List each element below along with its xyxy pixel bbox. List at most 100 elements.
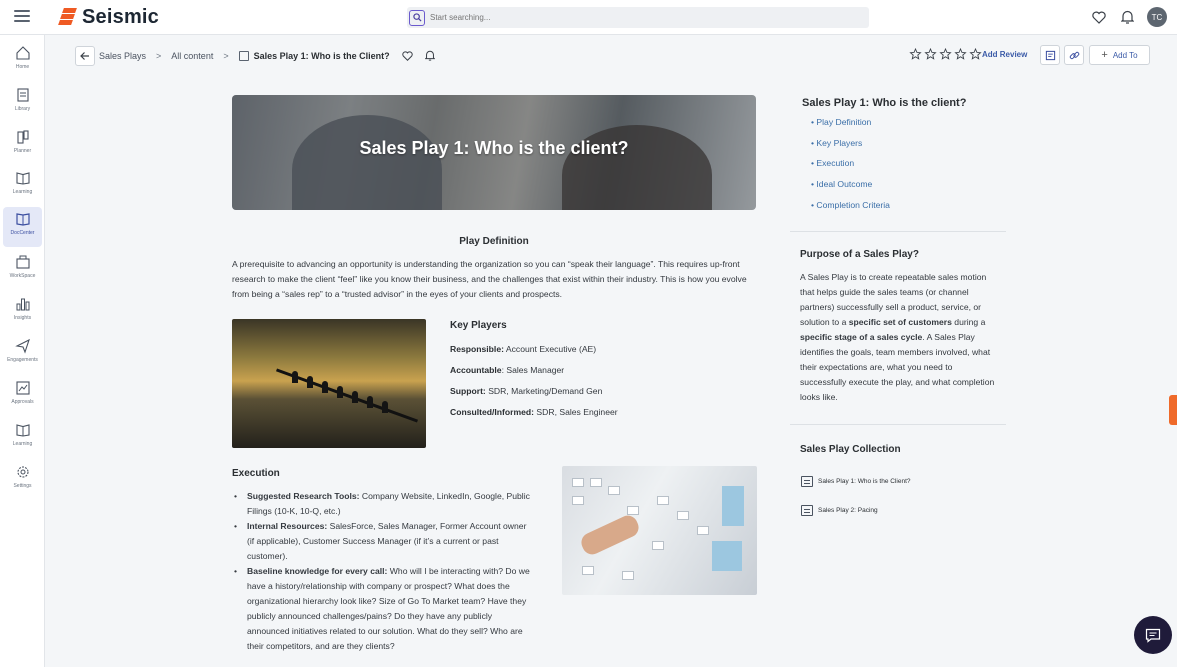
sidebar-item-label: Planner [13,148,32,154]
planning-board-image [562,466,757,595]
star-icon[interactable] [939,48,952,60]
document-icon [801,476,813,487]
sidebar-item-label: Approvals [11,399,34,405]
breadcrumb-sales-plays[interactable]: Sales Plays [99,51,146,61]
play-definition-heading: Play Definition [459,236,529,247]
sidebar-item-label: WorkSpace [9,273,36,279]
feedback-tab[interactable] [1169,395,1177,425]
learning-icon [15,172,30,185]
toc-link-key-players[interactable]: • Key Players [811,138,862,148]
plus-icon: + [1101,49,1108,61]
library-icon [16,88,29,102]
sidebar-item-learning-2[interactable]: Learning [3,418,42,458]
collection-heading: Sales Play Collection [800,444,901,455]
sidebar-item-learning[interactable]: Learning [3,166,42,206]
sidebar-item-planner[interactable]: Planner [3,125,42,165]
toc-link-play-definition[interactable]: • Play Definition [811,117,871,127]
star-rating[interactable] [909,48,982,60]
note-icon [1045,50,1055,60]
key-player-row: Accountable: Sales Manager [450,365,565,375]
sidebar-item-label: Library [14,106,31,112]
user-avatar[interactable]: TC [1147,7,1167,27]
hero-title: Sales Play 1: Who is the client? [359,138,629,158]
star-icon[interactable] [909,48,922,60]
sidebar-item-engagements[interactable]: Engagements [3,334,42,374]
sidebar-item-label: Insights [13,315,32,321]
menu-icon[interactable] [14,10,30,24]
sidebar: Home Library Planner Learning DocCenter … [0,35,45,667]
logo[interactable]: Seismic [58,5,160,28]
sidebar-item-label: DocCenter [10,230,35,236]
toc-link-ideal-outcome[interactable]: • Ideal Outcome [811,179,872,189]
breadcrumb-bar: Sales Plays > All content > Sales Play 1… [45,35,1177,75]
list-item: • Suggested Research Tools: Company Websi… [234,491,530,516]
sidebar-item-label: Learning [12,441,33,447]
subscribe-bell-icon[interactable] [424,50,435,61]
settings-icon [16,466,29,478]
sidebar-item-approvals[interactable]: Approvals [3,376,42,416]
rowing-team-image [232,319,426,448]
document-icon [238,50,249,61]
approvals-icon [15,381,30,395]
add-to-label: Add To [1112,50,1138,60]
sidebar-item-settings[interactable]: Settings [3,460,42,500]
breadcrumb-current: Sales Play 1: Who is the Client? [253,50,390,61]
breadcrumb-all-content[interactable]: All content [171,51,213,61]
sidebar-item-label: Settings [13,483,32,489]
collection-item[interactable]: Sales Play 1: Who is the Client? [801,476,911,487]
learning-icon [15,424,30,437]
list-item: • Internal Resources: SalesForce, Sales M… [234,521,527,561]
breadcrumb: Sales Plays > All content > Sales Play 1… [99,50,435,61]
star-icon[interactable] [969,48,982,60]
key-player-row: Support: SDR, Marketing/Demand Gen [450,386,603,396]
toc-link-completion-criteria[interactable]: • Completion Criteria [811,200,890,210]
sidebar-item-library[interactable]: Library [3,83,42,123]
insights-icon [16,298,29,311]
arrow-left-icon [80,52,89,60]
key-player-row: Consulted/Informed: SDR, Sales Engineer [450,407,618,417]
engagements-icon [14,338,30,354]
back-button[interactable] [75,46,95,66]
document-icon [801,505,813,516]
sidebar-item-label: Home [15,64,30,70]
sidebar-item-insights[interactable]: Insights [3,292,42,332]
sidebar-item-label: Engagements [7,357,38,363]
doccenter-icon [15,213,30,226]
toc-link-execution[interactable]: • Execution [811,158,854,168]
search-input[interactable] [430,13,850,22]
hero-banner: Sales Play 1: Who is the client? [232,95,756,210]
execution-list: • Suggested Research Tools: Company Websi… [232,489,532,654]
home-icon [15,46,30,60]
star-icon[interactable] [924,48,937,60]
notes-button[interactable] [1040,45,1060,65]
notifications-bell-icon[interactable] [1119,9,1135,25]
sidebar-item-home[interactable]: Home [3,41,42,81]
chat-button[interactable] [1134,616,1172,654]
add-review-link[interactable]: Add Review [982,50,1027,59]
divider [790,231,1006,232]
workspace-icon [15,255,30,269]
add-to-button[interactable]: + Add To [1089,45,1150,65]
purpose-text: A Sales Play is to create repeatable sal… [800,272,995,402]
sidebar-item-workspace[interactable]: WorkSpace [3,250,42,290]
chat-icon [1145,628,1161,643]
top-bar: Seismic TC [0,0,1177,35]
sidebar-item-doccenter[interactable]: DocCenter [3,207,42,247]
search-bar[interactable] [407,7,869,28]
chevron-right-icon: > [156,50,162,61]
key-player-row: Responsible: Account Executive (AE) [450,344,597,354]
purpose-heading: Purpose of a Sales Play? [800,249,919,260]
favorite-heart-icon[interactable] [401,50,413,61]
chevron-right-icon: > [223,50,229,61]
favorites-heart-icon[interactable] [1091,9,1107,25]
divider [790,424,1006,425]
collection-item[interactable]: Sales Play 2: Pacing [801,505,878,516]
copy-link-button[interactable] [1064,45,1084,65]
star-icon[interactable] [954,48,967,60]
brand-name: Seismic [82,5,160,28]
planner-icon [16,130,29,144]
execution-heading: Execution [232,468,280,479]
link-icon [1069,51,1079,59]
sidebar-item-label: Learning [12,189,33,195]
search-icon[interactable] [409,9,425,26]
